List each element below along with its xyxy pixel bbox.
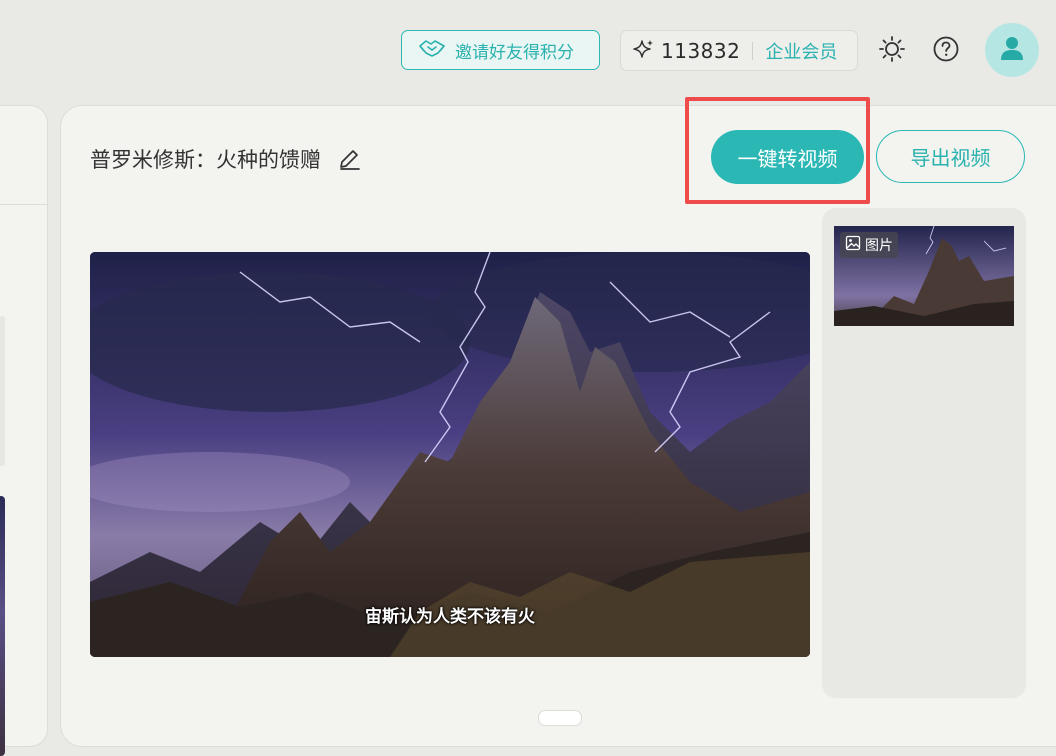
video-subtitle: 宙斯认为人类不该有火 bbox=[365, 607, 535, 627]
user-icon bbox=[998, 34, 1026, 66]
points-value: 113832 bbox=[661, 38, 741, 63]
bottom-scroll-handle[interactable] bbox=[538, 710, 582, 726]
sidebar-thumbnail[interactable] bbox=[0, 496, 5, 756]
project-title: 普罗米修斯：火种的馈赠 bbox=[90, 144, 363, 174]
sidebar-scroll-track bbox=[0, 316, 5, 466]
theme-toggle-button[interactable] bbox=[877, 36, 907, 66]
highlight-annotation bbox=[685, 97, 870, 204]
invite-label: 邀请好友得积分 bbox=[455, 42, 574, 63]
storm-mountain-scene bbox=[90, 252, 810, 657]
preview-image: 宙斯认为人类不该有火 bbox=[90, 252, 810, 657]
scene-thumbnail[interactable]: 图片 bbox=[834, 226, 1014, 326]
help-icon bbox=[932, 35, 960, 67]
left-sidebar-panel bbox=[0, 105, 48, 756]
help-button[interactable] bbox=[931, 36, 961, 66]
sidebar-divider bbox=[0, 204, 47, 205]
membership-link[interactable]: 企业会员 bbox=[765, 38, 837, 64]
sparkle-icon bbox=[633, 38, 655, 64]
handshake-icon bbox=[418, 38, 455, 63]
user-avatar[interactable] bbox=[985, 23, 1039, 77]
export-video-button[interactable]: 导出视频 bbox=[876, 130, 1025, 183]
edit-icon[interactable] bbox=[337, 146, 363, 172]
image-icon bbox=[845, 235, 865, 255]
invite-friends-button[interactable]: 邀请好友得积分 bbox=[401, 30, 600, 70]
thumbnail-badge: 图片 bbox=[840, 232, 898, 258]
sun-icon bbox=[878, 35, 906, 67]
project-title-text: 普罗米修斯：火种的馈赠 bbox=[90, 148, 321, 172]
points-panel: 113832 企业会员 bbox=[620, 30, 858, 71]
thumbnail-badge-label: 图片 bbox=[865, 238, 893, 254]
points-divider bbox=[752, 41, 754, 60]
